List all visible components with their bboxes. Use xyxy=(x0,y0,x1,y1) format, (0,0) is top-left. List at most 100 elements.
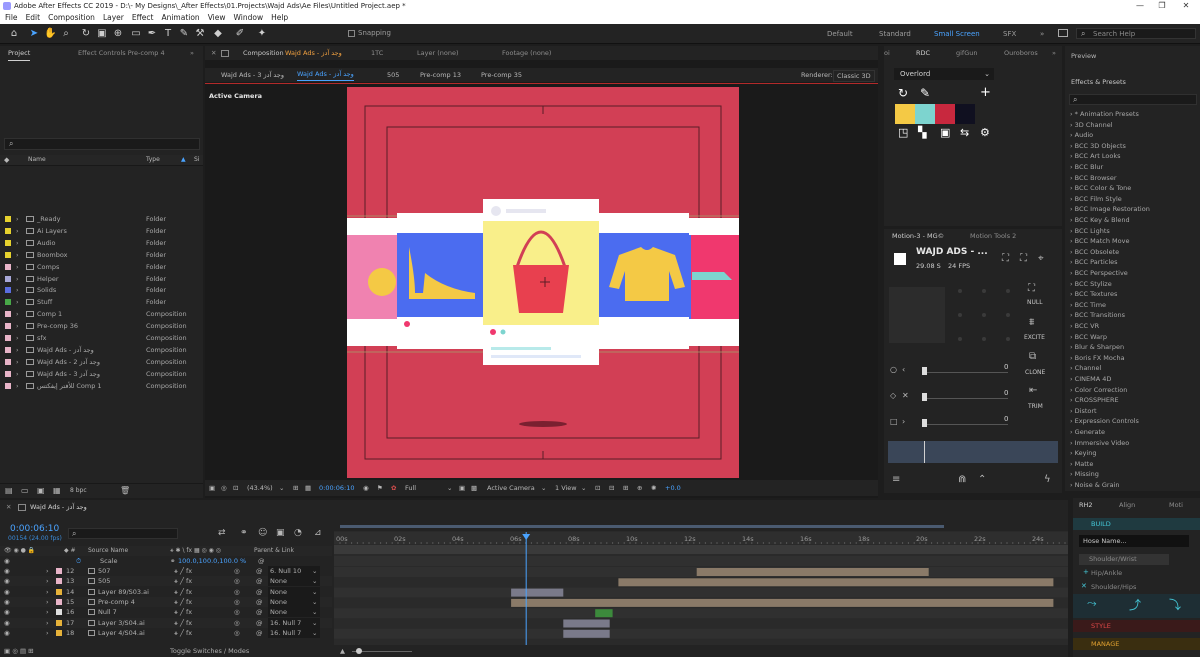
chevron-right-icon[interactable]: › xyxy=(902,417,905,426)
timeline-search-input[interactable]: ⌕ xyxy=(68,528,178,539)
graph-editor-icon[interactable]: ⊿ xyxy=(314,528,322,538)
sync-icon[interactable] xyxy=(1058,29,1068,37)
create-hose-icon[interactable]: ⤳ xyxy=(1087,596,1097,611)
menu-composition[interactable]: Composition xyxy=(48,13,95,22)
effect-category[interactable]: › BCC Match Move xyxy=(1070,237,1129,245)
fast-preview-icon[interactable]: ⊟ xyxy=(609,480,614,496)
label-color-swatch[interactable] xyxy=(5,382,11,389)
project-item[interactable]: › Wajd Ads - 3 وجد آدز Composition xyxy=(0,368,203,380)
tab-oi[interactable]: oi xyxy=(884,46,890,60)
clone-stamp-tool-icon[interactable]: ⚒ xyxy=(194,27,206,40)
column-type[interactable]: Type xyxy=(146,156,160,163)
swatch-yellow[interactable] xyxy=(895,104,915,124)
workspace-standard[interactable]: Standard xyxy=(879,30,911,38)
motion-preview-box[interactable] xyxy=(889,287,945,343)
eye-icon[interactable]: ◉ xyxy=(4,597,10,607)
layer-label-color[interactable] xyxy=(56,629,62,636)
expand-chevron-icon[interactable]: › xyxy=(16,356,19,368)
expand-chevron-icon[interactable]: › xyxy=(16,308,19,320)
effect-category[interactable]: › BCC Time xyxy=(1070,301,1106,309)
label-color-swatch[interactable] xyxy=(5,251,11,258)
layer-label-color[interactable] xyxy=(56,619,62,626)
refresh-icon[interactable]: ↻ xyxy=(898,86,908,100)
effect-category[interactable]: › Channel xyxy=(1070,364,1101,372)
transparency-grid-icon[interactable]: ▩ xyxy=(471,480,477,496)
effect-category[interactable]: › BCC Art Looks xyxy=(1070,152,1121,160)
effect-category[interactable]: › BCC Transitions xyxy=(1070,311,1125,319)
tab-composition-name[interactable]: Wajd Ads - وجد آدز xyxy=(285,46,342,60)
null-icon[interactable]: ⛶ xyxy=(1028,283,1035,294)
manage-section[interactable]: MANAGE xyxy=(1073,638,1200,650)
new-composition-icon[interactable]: ▣ xyxy=(37,486,45,495)
expand-chevron-icon[interactable]: › xyxy=(46,587,49,597)
graph-cursor[interactable] xyxy=(924,441,925,463)
effect-category[interactable]: › Immersive Video xyxy=(1070,439,1129,447)
motion-blur-switch-icon[interactable]: ◎ xyxy=(234,628,240,638)
layer-switches[interactable]: ⚹ ╱ fx xyxy=(174,576,192,586)
column-parent-link[interactable]: Parent & Link xyxy=(254,546,294,556)
pan-behind-tool-icon[interactable]: ⊕ xyxy=(112,27,124,40)
label-color-swatch[interactable] xyxy=(5,299,11,306)
effect-category[interactable]: › Audio xyxy=(1070,131,1093,139)
tab-footage[interactable]: Footage (none) xyxy=(502,46,551,60)
settings-gear-icon[interactable]: ⚙ xyxy=(980,126,990,139)
layer-row[interactable]: ◉ › 17 Layer 3/S04.ai ⚹ ╱ fx ◎ @16. Null 7 ⌄ xyxy=(0,617,332,628)
camera-tool-icon[interactable]: ▣ xyxy=(96,27,108,40)
expand-chevron-icon[interactable]: › xyxy=(16,380,19,392)
delete-icon[interactable]: 🗑 xyxy=(120,486,130,495)
zoom-slider-handle[interactable] xyxy=(356,648,362,654)
draft-3d-icon[interactable]: ⚭ xyxy=(240,528,248,538)
stopwatch-icon[interactable]: ⏱ xyxy=(76,556,81,566)
toggle-switches-modes[interactable]: Toggle Switches / Modes xyxy=(170,646,249,656)
ruler-tick-label[interactable]: 10s xyxy=(626,535,638,543)
label-column-icon[interactable]: ◆ xyxy=(4,156,9,164)
label-color-swatch[interactable] xyxy=(5,335,11,341)
maximize-icon[interactable]: ❐ xyxy=(1154,0,1170,12)
effect-category[interactable]: › BCC Film Style xyxy=(1070,195,1122,203)
grid-icon[interactable]: ⊞ xyxy=(293,480,298,496)
trim-icon[interactable]: ⇤ xyxy=(1029,385,1037,396)
ruler-tick-label[interactable]: 00s xyxy=(336,535,348,543)
pick-whip-icon[interactable]: @ xyxy=(256,566,263,576)
overlord-dropdown[interactable]: Overlord ⌄ xyxy=(894,68,994,80)
project-item[interactable]: › Boombox Folder xyxy=(0,249,203,261)
expand-chevron-icon[interactable]: › xyxy=(16,237,19,249)
tab-layer[interactable]: Layer (none) xyxy=(417,46,458,60)
project-item[interactable]: › Wajd Ads - 2 وجد آدز Composition xyxy=(0,356,203,368)
chevron-down-icon[interactable]: ⌄ xyxy=(312,618,317,628)
expand-chevron-icon[interactable]: › xyxy=(16,284,19,296)
effect-category[interactable]: › CROSSPHERE xyxy=(1070,396,1119,404)
expand-chevron-icon[interactable]: › xyxy=(16,368,19,380)
scale-keyframe-track[interactable] xyxy=(334,556,1068,566)
av-features-icon[interactable]: 👁 ◉ ● 🔒 xyxy=(4,546,35,556)
pen-tool-icon[interactable]: ✒ xyxy=(146,27,158,40)
expand-chevron-icon[interactable]: › xyxy=(16,273,19,285)
project-item[interactable]: › _Ready Folder xyxy=(0,213,203,225)
link-icon[interactable]: ⚭ xyxy=(170,556,175,566)
preview-tab[interactable]: Preview xyxy=(1071,52,1096,60)
tab-rh2[interactable]: RH2 xyxy=(1079,498,1093,512)
ease-square-icon[interactable]: □ xyxy=(890,417,898,426)
menu-window[interactable]: Window xyxy=(234,13,264,22)
camera-chevron-icon[interactable]: ⌄ xyxy=(541,480,546,496)
null-button[interactable]: NULL xyxy=(1027,299,1043,306)
tab-moti[interactable]: Moti xyxy=(1169,498,1183,512)
tab-ouroboros[interactable]: Ouroboros xyxy=(1004,46,1038,60)
expand-chevron-icon[interactable]: › xyxy=(16,296,19,308)
motion-blur-switch-icon[interactable]: ◎ xyxy=(234,566,240,576)
eyedropper-icon[interactable]: ✎ xyxy=(920,86,930,100)
eraser-tool-icon[interactable]: ◆ xyxy=(212,27,224,40)
tab-motion-3[interactable]: Motion-3 - MG© xyxy=(892,229,944,243)
interpret-footage-icon[interactable]: ▤ xyxy=(5,486,13,495)
swap-colors-icon[interactable]: ◳ xyxy=(898,126,908,139)
effect-category[interactable]: › BCC 3D Objects xyxy=(1070,142,1126,150)
tab-gifgun[interactable]: gifGun xyxy=(956,46,978,60)
snapping-checkbox[interactable] xyxy=(348,30,355,37)
option-hip-ankle[interactable]: Hip/Ankle xyxy=(1091,569,1122,577)
pick-whip-icon[interactable]: @ xyxy=(256,587,263,597)
exposure-value[interactable]: +0.0 xyxy=(665,480,681,496)
label-color-swatch[interactable] xyxy=(5,287,11,294)
layer-duration-bar[interactable] xyxy=(696,568,929,576)
ruler-tick-label[interactable]: 08s xyxy=(568,535,580,543)
effect-category[interactable]: › 3D Channel xyxy=(1070,121,1113,129)
